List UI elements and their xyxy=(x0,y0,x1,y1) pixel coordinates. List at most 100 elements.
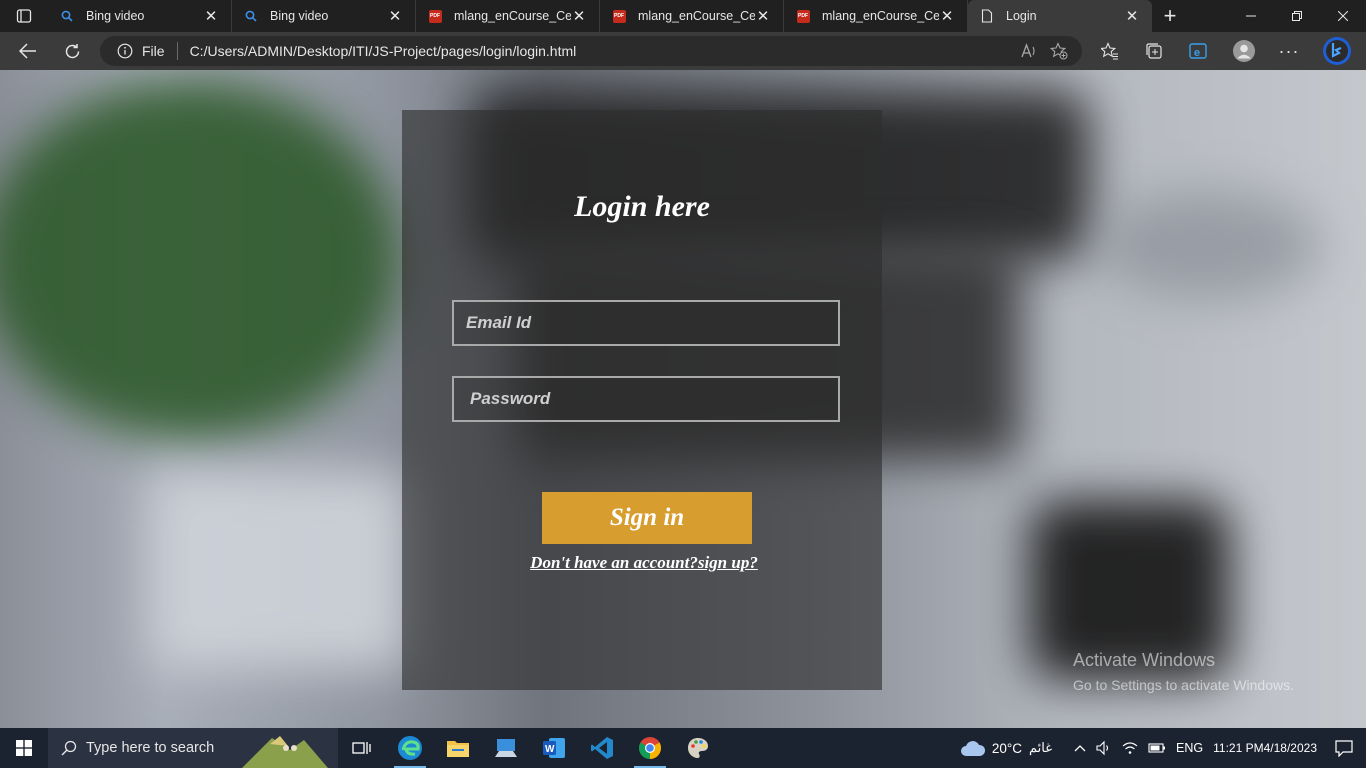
address-bar[interactable]: File C:/Users/ADMIN/Desktop/ITI/JS-Proje… xyxy=(100,36,1082,66)
tab-actions-button[interactable] xyxy=(0,0,48,32)
svg-text:e: e xyxy=(1194,47,1200,59)
new-tab-button[interactable]: + xyxy=(1152,0,1188,32)
search-icon xyxy=(60,739,78,757)
cloud-icon xyxy=(960,741,985,756)
tab-pdf-1[interactable]: PDF mlang_enCourse_Certi ✕ xyxy=(416,0,600,32)
weather-description: غائم xyxy=(1029,740,1053,755)
edge-icon xyxy=(398,736,422,760)
bing-icon xyxy=(1323,37,1351,65)
settings-menu-button[interactable]: ··· xyxy=(1274,36,1304,66)
collections-button[interactable] xyxy=(1139,36,1169,66)
sign-up-link[interactable]: Don't have an account?sign up? xyxy=(402,553,886,573)
restore-button[interactable] xyxy=(1274,0,1320,32)
page-icon xyxy=(980,9,994,23)
watermark-subtitle: Go to Settings to activate Windows. xyxy=(1073,677,1294,693)
restore-icon xyxy=(1292,11,1302,21)
tab-bing-video-2[interactable]: Bing video ✕ xyxy=(232,0,416,32)
clock-button[interactable]: 11:21 PM 4/18/2023 xyxy=(1208,728,1322,768)
refresh-button[interactable] xyxy=(57,36,87,66)
search-icon xyxy=(244,9,258,23)
activate-windows-watermark: Activate Windows Go to Settings to activ… xyxy=(1073,650,1294,693)
taskbar-chrome[interactable] xyxy=(626,728,674,768)
ie-mode-button[interactable]: e xyxy=(1183,36,1213,66)
tab-pdf-3[interactable]: PDF mlang_enCourse_Certi ✕ xyxy=(784,0,968,32)
back-button[interactable] xyxy=(13,36,43,66)
pdf-icon: PDF xyxy=(428,9,442,23)
battery-button[interactable] xyxy=(1143,728,1171,768)
folder-icon xyxy=(447,741,469,757)
profile-button[interactable] xyxy=(1229,36,1259,66)
tab-title: mlang_enCourse_Certi xyxy=(822,9,939,23)
sign-in-button[interactable]: Sign in xyxy=(542,492,752,544)
collections-icon xyxy=(1146,43,1162,59)
page-viewport: Login here Sign in Don't have an account… xyxy=(0,70,1366,728)
windows-taskbar: Type here to search W 20°C غائم ENG 11:2… xyxy=(0,728,1366,768)
task-view-button[interactable] xyxy=(338,728,386,768)
search-highlight-illustration xyxy=(242,736,328,768)
tab-title: Bing video xyxy=(86,9,145,23)
chrome-icon xyxy=(639,737,661,759)
close-tab-icon[interactable]: ✕ xyxy=(571,8,587,25)
add-favorite-icon[interactable] xyxy=(1044,36,1074,66)
taskbar-word[interactable]: W xyxy=(530,728,578,768)
battery-icon xyxy=(1148,743,1166,753)
paint-palette-icon xyxy=(688,738,708,758)
search-icon xyxy=(60,9,74,23)
close-tab-icon[interactable]: ✕ xyxy=(387,8,403,25)
vscode-icon xyxy=(591,737,613,759)
address-divider xyxy=(176,42,178,60)
show-hidden-icons-button[interactable] xyxy=(1069,728,1091,768)
taskbar-vscode[interactable] xyxy=(578,728,626,768)
url-scheme-label: File xyxy=(142,43,165,59)
email-input[interactable] xyxy=(452,300,840,346)
chevron-up-icon xyxy=(1074,745,1086,752)
notifications-button[interactable] xyxy=(1322,728,1366,768)
taskbar-paint[interactable] xyxy=(674,728,722,768)
tab-pdf-2[interactable]: PDF mlang_enCourse_Certi ✕ xyxy=(600,0,784,32)
tab-actions-icon xyxy=(16,9,32,23)
favorites-icon xyxy=(1101,42,1118,60)
arrow-left-icon xyxy=(19,43,36,59)
background-plant xyxy=(0,80,400,440)
browser-toolbar: File C:/Users/ADMIN/Desktop/ITI/JS-Proje… xyxy=(0,32,1366,70)
search-placeholder: Type here to search xyxy=(86,740,215,756)
tab-title: mlang_enCourse_Certi xyxy=(638,9,755,23)
minimize-button[interactable] xyxy=(1228,0,1274,32)
taskbar-search-box[interactable]: Type here to search xyxy=(48,728,338,768)
input-language-button[interactable]: ENG xyxy=(1171,728,1208,768)
taskbar-edge[interactable] xyxy=(386,728,434,768)
password-input[interactable] xyxy=(452,376,840,422)
wifi-icon xyxy=(1122,742,1138,754)
minimize-icon xyxy=(1246,15,1256,17)
system-tray: 20°C غائم ENG 11:21 PM 4/18/2023 xyxy=(955,728,1366,768)
watermark-title: Activate Windows xyxy=(1073,650,1216,670)
close-tab-icon[interactable]: ✕ xyxy=(939,8,955,25)
tab-title: Login xyxy=(1006,9,1037,23)
tab-login[interactable]: Login ✕ xyxy=(968,0,1152,32)
weather-widget[interactable]: 20°C غائم xyxy=(955,728,1057,768)
background-glasses xyxy=(1100,190,1320,300)
login-title: Login here xyxy=(574,190,710,223)
avatar xyxy=(1233,40,1255,62)
clock-time: 11:21 PM xyxy=(1213,740,1264,755)
close-tab-icon[interactable]: ✕ xyxy=(755,8,771,25)
notification-icon xyxy=(1335,740,1353,757)
clock-date: 4/18/2023 xyxy=(1263,740,1317,755)
read-aloud-icon[interactable] xyxy=(1014,36,1044,66)
close-tab-icon[interactable]: ✕ xyxy=(203,8,219,25)
tab-bing-video-1[interactable]: Bing video ✕ xyxy=(48,0,232,32)
close-tab-icon[interactable]: ✕ xyxy=(1124,8,1140,25)
computer-icon xyxy=(495,739,517,757)
taskbar-remote-desktop[interactable] xyxy=(482,728,530,768)
bing-chat-button[interactable] xyxy=(1320,34,1354,68)
more-icon: ··· xyxy=(1278,40,1300,61)
start-button[interactable] xyxy=(0,728,48,768)
url-text[interactable]: C:/Users/ADMIN/Desktop/ITI/JS-Project/pa… xyxy=(190,43,1014,59)
info-icon[interactable] xyxy=(116,42,134,60)
close-window-button[interactable] xyxy=(1320,0,1366,32)
favorites-button[interactable] xyxy=(1095,36,1125,66)
network-button[interactable] xyxy=(1117,728,1143,768)
volume-button[interactable] xyxy=(1091,728,1117,768)
task-view-icon xyxy=(352,742,371,754)
taskbar-file-explorer[interactable] xyxy=(434,728,482,768)
